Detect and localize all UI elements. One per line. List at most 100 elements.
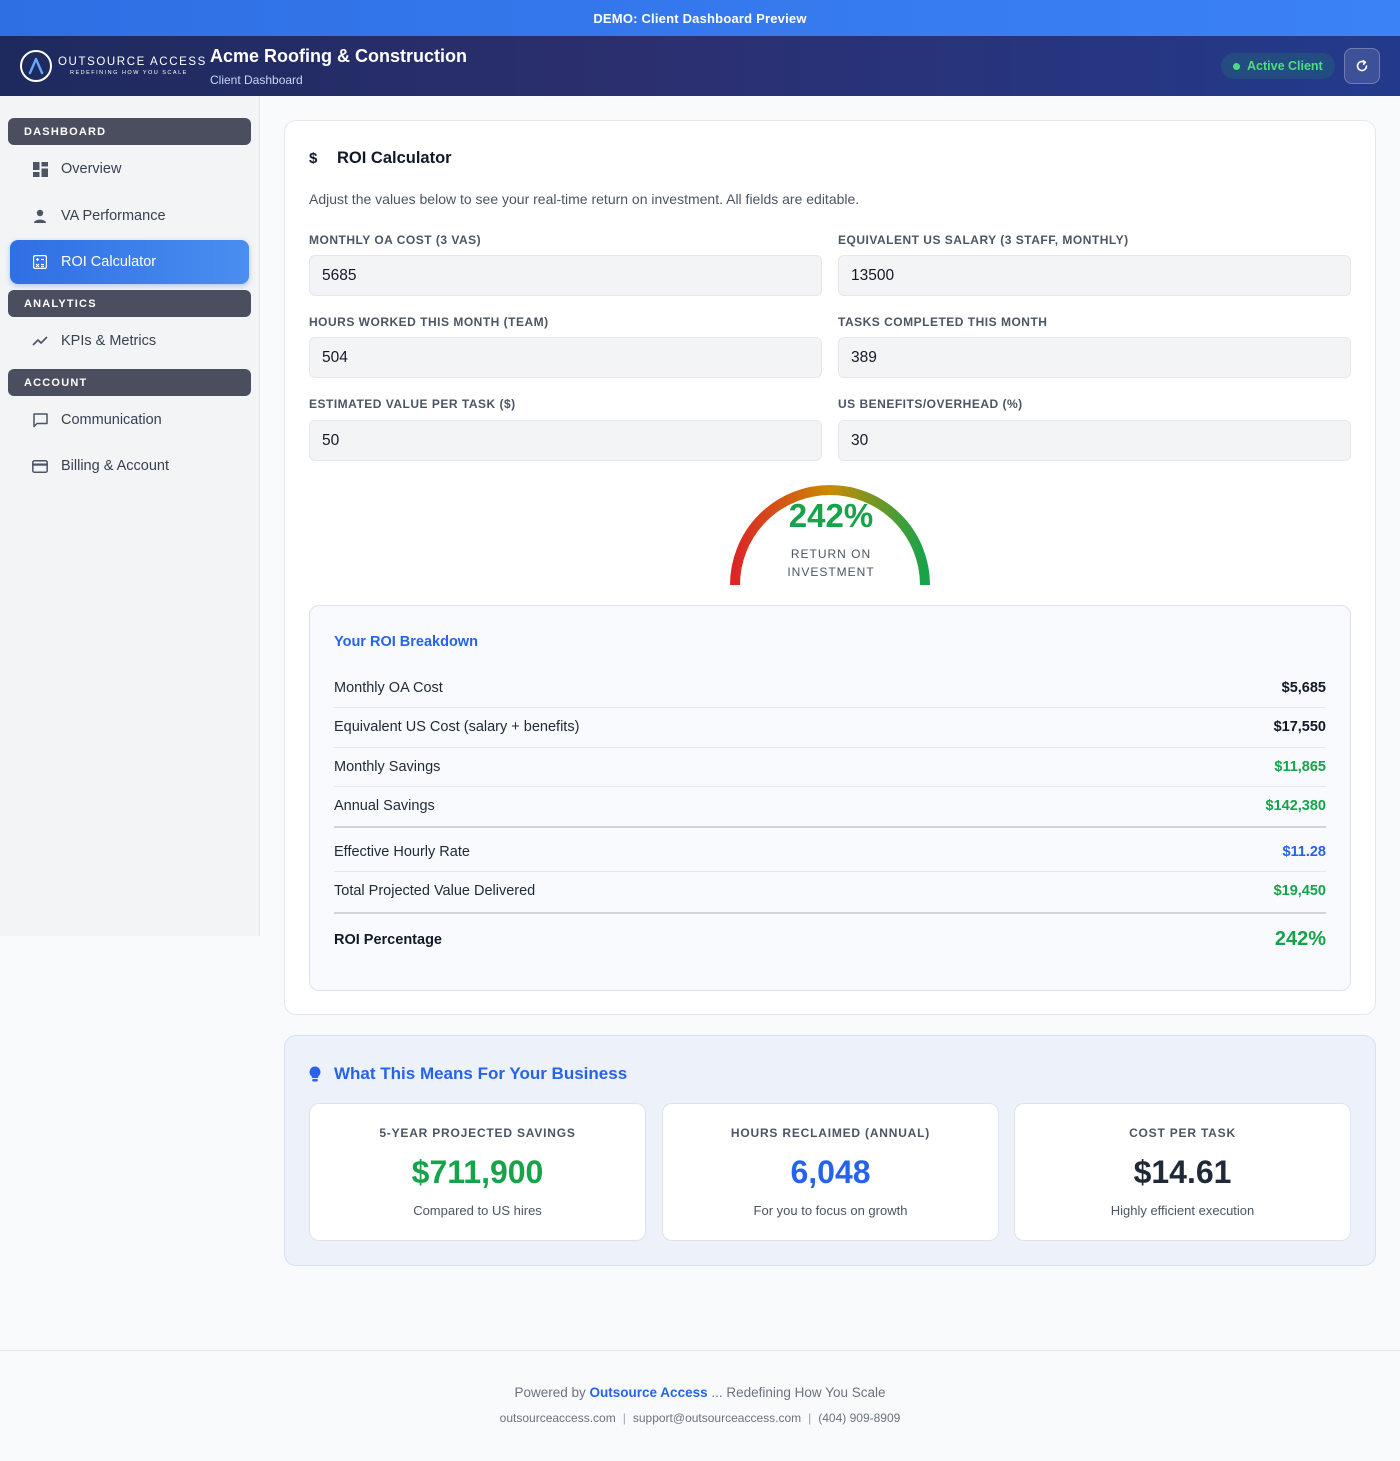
field-label-oa-cost: MONTHLY OA COST (3 VAS) <box>309 233 482 247</box>
sidebar-item-label: Overview <box>61 161 122 177</box>
breakdown-label: Monthly OA Cost <box>334 679 443 696</box>
client-subtitle: Client Dashboard <box>210 73 303 87</box>
breakdown-label: Equivalent US Cost (salary + benefits) <box>334 718 580 735</box>
logo-mark-icon <box>20 50 52 82</box>
sidebar-item-roi-calculator[interactable]: ROI Calculator <box>10 240 249 284</box>
breakdown-label: Annual Savings <box>334 797 435 814</box>
value-per-task-input[interactable] <box>309 420 822 461</box>
refresh-icon <box>1356 60 1368 72</box>
status-dot-icon <box>1233 62 1240 70</box>
sidebar-section-analytics: ANALYTICS <box>8 290 251 317</box>
roi-gauge-label: RETURN ON INVESTMENT <box>726 545 936 581</box>
trend-icon <box>32 333 48 349</box>
stat-value: $14.61 <box>1133 1154 1232 1190</box>
stat-label: 5-YEAR PROJECTED SAVINGS <box>379 1126 576 1140</box>
brand-logo[interactable]: OUTSOURCE ACCESS REDEFINING HOW YOU SCAL… <box>20 50 207 82</box>
breakdown-label: Effective Hourly Rate <box>334 843 470 860</box>
field-label-tasks-completed: TASKS COMPLETED THIS MONTH <box>838 315 1048 329</box>
roi-gauge-value: 242% <box>788 497 874 534</box>
stat-subtext: Highly efficient execution <box>1110 1203 1255 1218</box>
stat-subtext: For you to focus on growth <box>753 1203 908 1218</box>
breakdown-row-monthly-savings: Monthly Savings $11,865 <box>334 747 1326 786</box>
breakdown-label: Total Projected Value Delivered <box>334 882 536 899</box>
sidebar-item-label: ROI Calculator <box>61 254 157 270</box>
breakdown-row-value-delivered: Total Projected Value Delivered $19,450 <box>334 871 1326 910</box>
sidebar: DASHBOARD Overview VA Performance ROI Ca… <box>0 96 260 936</box>
business-impact-panel: What This Means For Your Business 5-YEAR… <box>284 1035 1376 1266</box>
top-header: OUTSOURCE ACCESS REDEFINING HOW YOU SCAL… <box>0 36 1400 96</box>
footer-powered-by: Powered by Outsource Access ... Redefini… <box>0 1385 1400 1400</box>
footer: Powered by Outsource Access ... Redefini… <box>0 1350 1400 1461</box>
breakdown-value: $5,685 <box>1281 679 1326 696</box>
footer-brand-link[interactable]: Outsource Access <box>590 1385 708 1400</box>
sidebar-item-label: VA Performance <box>61 208 166 224</box>
sidebar-item-overview[interactable]: Overview <box>10 147 249 191</box>
breakdown-value: $11.28 <box>1282 843 1326 860</box>
sidebar-item-label: KPIs & Metrics <box>61 333 157 349</box>
breakdown-value: $11,865 <box>1274 758 1326 775</box>
dollar-icon: $ <box>309 150 318 167</box>
logo-tagline: REDEFINING HOW YOU SCALE <box>70 69 188 76</box>
sidebar-item-billing-account[interactable]: Billing & Account <box>10 444 249 488</box>
roi-title: $ ROI Calculator <box>309 149 452 168</box>
roi-gauge-label-line2: INVESTMENT <box>787 565 875 579</box>
roi-calculator-card: $ ROI Calculator Adjust the values below… <box>284 120 1376 1015</box>
field-label-benefits-overhead: US BENEFITS/OVERHEAD (%) <box>838 397 1023 411</box>
sidebar-section-account: ACCOUNT <box>8 369 251 396</box>
breakdown-row-annual-savings: Annual Savings $142,380 <box>334 786 1326 825</box>
footer-prefix: Powered by <box>514 1385 586 1400</box>
person-icon <box>32 208 48 224</box>
stat-card-hours-reclaimed: HOURS RECLAIMED (ANNUAL) 6,048 For you t… <box>662 1103 999 1241</box>
card-icon <box>32 458 48 474</box>
sidebar-item-label: Billing & Account <box>61 458 170 474</box>
us-salary-input[interactable] <box>838 255 1351 296</box>
grid-icon <box>32 161 48 177</box>
separator: | <box>622 1411 626 1425</box>
stat-value: 6,048 <box>790 1154 871 1190</box>
breakdown-total-label: ROI Percentage <box>334 931 442 948</box>
sidebar-item-communication[interactable]: Communication <box>10 398 249 442</box>
footer-email-link[interactable]: support@outsourceaccess.com <box>633 1411 801 1425</box>
chat-icon <box>32 412 48 428</box>
breakdown-label: Monthly Savings <box>334 758 441 775</box>
stat-label: COST PER TASK <box>1129 1126 1236 1140</box>
calculator-icon <box>32 254 48 270</box>
sidebar-item-label: Communication <box>61 412 162 428</box>
breakdown-row-hourly-rate: Effective Hourly Rate $11.28 <box>334 832 1326 871</box>
roi-breakdown-panel: Your ROI Breakdown Monthly OA Cost $5,68… <box>309 605 1351 991</box>
hours-worked-input[interactable] <box>309 337 822 378</box>
logo-wordmark: OUTSOURCE ACCESS <box>58 55 207 68</box>
breakdown-value: $17,550 <box>1273 718 1326 735</box>
tasks-completed-input[interactable] <box>838 337 1351 378</box>
status-badge-label: Active Client <box>1247 59 1323 73</box>
sidebar-item-kpis-metrics[interactable]: KPIs & Metrics <box>10 319 249 363</box>
separator: | <box>808 1411 812 1425</box>
oa-cost-input[interactable] <box>309 255 822 296</box>
sidebar-section-dashboard: DASHBOARD <box>8 118 251 145</box>
roi-gauge-label-line1: RETURN ON <box>790 547 872 561</box>
benefits-overhead-input[interactable] <box>838 420 1351 461</box>
demo-banner: DEMO: Client Dashboard Preview <box>0 0 1400 36</box>
breakdown-value: $142,380 <box>1265 797 1326 814</box>
breakdown-row-roi-percentage: ROI Percentage 242% <box>334 920 1326 959</box>
footer-website-link[interactable]: outsourceaccess.com <box>500 1411 616 1425</box>
refresh-button[interactable] <box>1344 48 1380 84</box>
stat-value: $711,900 <box>411 1154 544 1190</box>
sidebar-item-va-performance[interactable]: VA Performance <box>10 194 249 238</box>
breakdown-row-us-cost: Equivalent US Cost (salary + benefits) $… <box>334 707 1326 746</box>
business-impact-title: What This Means For Your Business <box>309 1064 627 1084</box>
business-impact-title-text: What This Means For Your Business <box>334 1064 628 1083</box>
stat-card-5yr-savings: 5-YEAR PROJECTED SAVINGS $711,900 Compar… <box>309 1103 646 1241</box>
stat-label: HOURS RECLAIMED (ANNUAL) <box>730 1126 931 1140</box>
divider <box>334 912 1326 914</box>
footer-tagline: ... Redefining How You Scale <box>711 1385 886 1400</box>
roi-title-text: ROI Calculator <box>337 149 452 167</box>
roi-description: Adjust the values below to see your real… <box>309 191 860 207</box>
breakdown-row-oa-cost: Monthly OA Cost $5,685 <box>334 668 1326 707</box>
footer-contact: outsourceaccess.com | support@outsourceacc… <box>0 1411 1400 1425</box>
roi-breakdown-title: Your ROI Breakdown <box>334 634 478 650</box>
breakdown-value: $19,450 <box>1273 882 1326 899</box>
field-label-hours-worked: HOURS WORKED THIS MONTH (TEAM) <box>309 315 549 329</box>
footer-phone: (404) 909-8909 <box>818 1411 901 1425</box>
stat-subtext: Compared to US hires <box>413 1203 542 1218</box>
